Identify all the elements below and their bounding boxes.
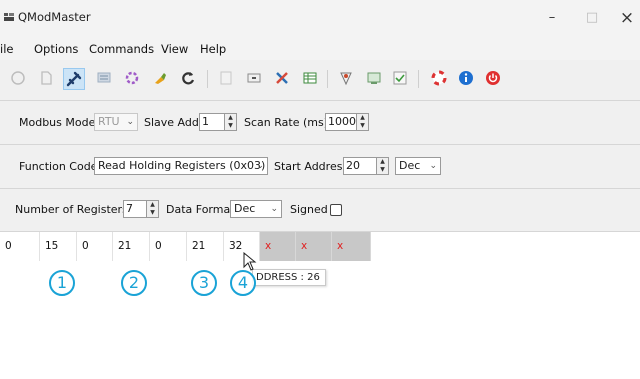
register-values-grid: 0 15 0 21 0 21 32 x x x (0, 231, 640, 262)
invalid-register-cell[interactable]: x (296, 232, 332, 261)
check-icon[interactable] (392, 70, 408, 86)
function-code-panel: Function Code Read Holding Registers (0x… (0, 144, 640, 189)
data-format-select[interactable]: Dec ⌄ (230, 200, 282, 218)
mouse-cursor-icon (243, 252, 257, 271)
invalid-register-cell[interactable]: x (332, 232, 371, 261)
chevron-down-icon: ⌄ (429, 161, 437, 171)
maximize-button[interactable]: □ (577, 6, 607, 30)
menu-view[interactable]: View (161, 42, 188, 56)
address-tooltip: DDRESS : 26 (252, 269, 326, 286)
scan-rate-label: Scan Rate (ms) (244, 116, 328, 129)
start-address-label: Start Address (274, 160, 349, 173)
address-base-select[interactable]: Dec ⌄ (395, 157, 441, 175)
chevron-down-icon: ⌄ (270, 204, 278, 214)
menu-options[interactable]: Options (34, 42, 78, 56)
menu-help[interactable]: Help (200, 42, 226, 56)
reset-icon[interactable] (180, 70, 196, 86)
signed-label: Signed (290, 203, 328, 216)
address-base-value: Dec (399, 159, 421, 172)
chevron-down-icon: ⌄ (126, 117, 134, 127)
menu-bar: ile Options Commands View Help (0, 38, 640, 60)
spin-arrows-icon[interactable]: ▲ ▼ (224, 114, 236, 130)
close-button[interactable]: × (612, 6, 640, 30)
modbus-mode-select[interactable]: RTU ⌄ (94, 113, 138, 131)
number-of-registers-spinbox[interactable]: 7 ▲ ▼ (123, 200, 159, 218)
function-code-value: Read Holding Registers (0x03) (98, 159, 266, 172)
minimize-button[interactable]: – (537, 6, 567, 30)
toolbar-separator (327, 70, 328, 88)
callout-badge-4: 4 (230, 270, 256, 296)
clear-icon[interactable] (152, 70, 168, 86)
data-format-label: Data Format (166, 203, 235, 216)
register-cell[interactable]: 15 (40, 232, 77, 261)
open-icon[interactable] (38, 70, 54, 86)
register-cell[interactable]: 0 (0, 232, 40, 261)
spin-arrows-icon[interactable]: ▲ ▼ (376, 158, 388, 174)
scan-rate-spinbox[interactable]: 10000 ▲ ▼ (325, 113, 369, 131)
start-address-spinbox[interactable]: 20 ▲ ▼ (343, 157, 389, 175)
settings-icon[interactable] (124, 70, 140, 86)
invalid-register-cell[interactable]: x (260, 232, 296, 261)
register-cell[interactable]: 21 (187, 232, 224, 261)
log-icon[interactable] (366, 70, 382, 86)
table-icon[interactable] (302, 70, 318, 86)
window-title: QModMaster (18, 10, 91, 24)
help-icon[interactable] (431, 70, 447, 86)
page-icon[interactable] (218, 70, 234, 86)
function-code-select[interactable]: Read Holding Registers (0x03) ⌄ (94, 157, 268, 175)
modbus-mode-value: RTU (98, 115, 120, 128)
title-bar: QModMaster – □ × (0, 0, 640, 38)
start-address-value: 20 (346, 159, 360, 172)
register-cell[interactable]: 0 (77, 232, 113, 261)
chevron-down-icon: ⌄ (256, 161, 264, 171)
debug-icon[interactable] (338, 70, 354, 86)
callout-badge-2: 2 (121, 270, 147, 296)
register-cell[interactable]: 21 (113, 232, 150, 261)
registers-panel: Number of Registers 7 ▲ ▼ Data Format Dec… (0, 188, 640, 232)
menu-file[interactable]: ile (0, 42, 13, 56)
data-format-value: Dec (234, 202, 256, 215)
read-icon[interactable] (246, 70, 262, 86)
slave-addr-value: 1 (202, 115, 209, 128)
function-code-label: Function Code (19, 160, 98, 173)
menu-commands[interactable]: Commands (89, 42, 154, 56)
spin-arrows-icon[interactable]: ▲ ▼ (146, 201, 158, 217)
new-icon[interactable] (10, 70, 26, 86)
app-icon (4, 13, 14, 21)
number-of-registers-label: Number of Registers (15, 203, 128, 216)
slave-addr-spinbox[interactable]: 1 ▲ ▼ (199, 113, 237, 131)
toolbar-separator (207, 70, 208, 88)
toolbar (0, 60, 640, 100)
spin-arrows-icon[interactable]: ▲ ▼ (356, 114, 368, 130)
callout-badge-1: 1 (49, 270, 75, 296)
device-icon[interactable] (96, 70, 112, 86)
slave-addr-label: Slave Addr (144, 116, 204, 129)
info-icon[interactable] (458, 70, 474, 86)
register-cell[interactable]: 0 (150, 232, 187, 261)
signed-checkbox[interactable] (330, 204, 342, 216)
modbus-settings-panel: Modbus Mode RTU ⌄ Slave Addr 1 ▲ ▼ Scan R… (0, 100, 640, 145)
modbus-mode-label: Modbus Mode (19, 116, 96, 129)
toolbar-separator (418, 70, 419, 88)
tools-icon[interactable] (274, 70, 290, 86)
connect-icon[interactable] (63, 68, 85, 90)
exit-icon[interactable] (485, 70, 501, 86)
number-of-registers-value: 7 (126, 202, 133, 215)
callout-badge-3: 3 (191, 270, 217, 296)
